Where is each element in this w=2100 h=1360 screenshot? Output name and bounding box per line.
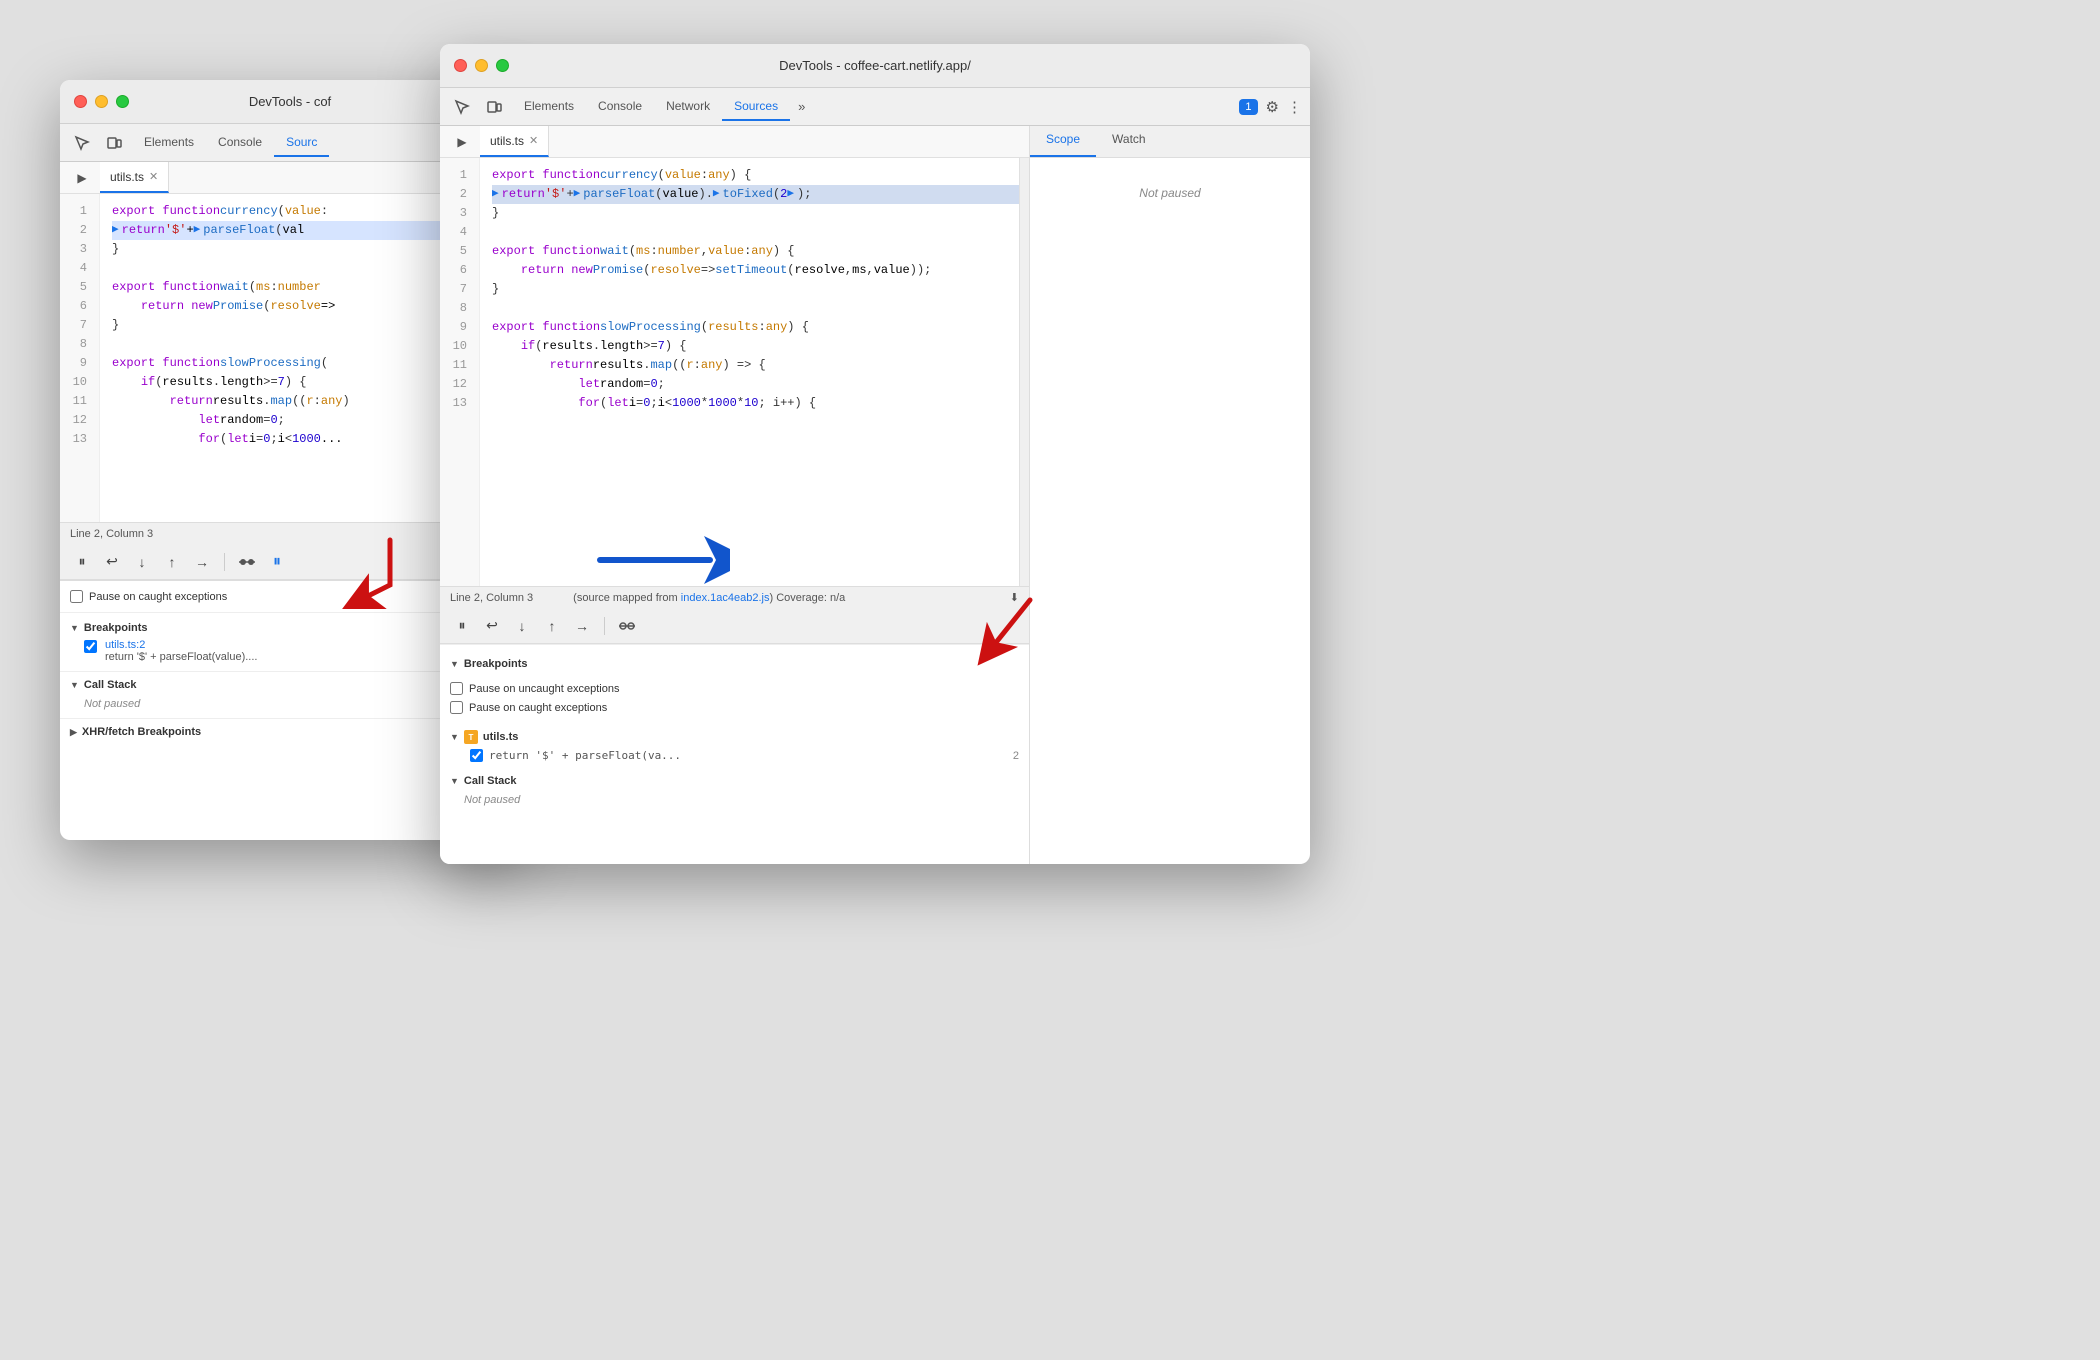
step-out-back[interactable]: ↑ xyxy=(160,550,184,574)
select-mode-icon-main[interactable] xyxy=(448,93,476,121)
status-bar-main: Line 2, Column 3 (source mapped from ind… xyxy=(440,586,1029,608)
bp-line-num: 2 xyxy=(1013,750,1019,762)
close-button-main[interactable] xyxy=(454,59,467,72)
pause-caught-checkbox-main[interactable] xyxy=(450,701,463,714)
deactivate-breakpoints-main[interactable] xyxy=(615,614,639,638)
breakpoints-panel-main: ▼ Breakpoints Pause on uncaught exceptio… xyxy=(440,644,1029,864)
traffic-lights-back[interactable] xyxy=(74,95,129,108)
maximize-button-main[interactable] xyxy=(496,59,509,72)
run-snippets-icon[interactable]: ▶ xyxy=(68,164,96,192)
deactivate-breakpoints-back[interactable] xyxy=(235,550,259,574)
file-tab-utils-back[interactable]: utils.ts ✕ xyxy=(100,162,169,193)
callstack-label-main: Call Stack xyxy=(464,775,517,787)
pause-caught-row-main: Pause on caught exceptions xyxy=(450,698,1019,717)
tab-elements-back[interactable]: Elements xyxy=(132,129,206,157)
step-into-main[interactable]: ↓ xyxy=(510,614,534,638)
pause-uncaught-label: Pause on uncaught exceptions xyxy=(469,683,619,695)
right-panel: Scope Watch Not paused xyxy=(1030,126,1310,864)
bp-code-back: return '$' + parseFloat(value).... xyxy=(105,651,257,663)
code-lines-main: export function currency(value: any) { ▶… xyxy=(480,158,1019,586)
status-position-main: Line 2, Column 3 xyxy=(450,592,533,604)
bp-code-row: return '$' + parseFloat(va... 2 xyxy=(450,747,1019,764)
settings-icon[interactable]: ⚙ xyxy=(1266,98,1279,116)
main-content: ▶ utils.ts ✕ 1234 5678 910111213 export … xyxy=(440,126,1310,864)
devtools-window-main: DevTools - coffee-cart.netlify.app/ Elem… xyxy=(440,44,1310,864)
tabbar-main: Elements Console Network Sources » 1 ⚙ ⋮ xyxy=(440,88,1310,126)
breakpoints-label-main: Breakpoints xyxy=(464,658,528,670)
breakpoints-label-back: Breakpoints xyxy=(84,622,148,634)
line-numbers-main: 1234 5678 910111213 xyxy=(440,158,480,586)
pause-resume-btn-main[interactable]: ⏸ xyxy=(450,614,474,638)
pause-caught-label-back: Pause on caught exceptions xyxy=(89,591,227,603)
step-back[interactable]: → xyxy=(190,550,214,574)
window-title-main: DevTools - coffee-cart.netlify.app/ xyxy=(779,58,971,73)
titlebar-main: DevTools - coffee-cart.netlify.app/ xyxy=(440,44,1310,88)
file-tab-name: utils.ts xyxy=(110,170,144,184)
console-badge[interactable]: 1 xyxy=(1239,99,1257,115)
xhr-label-back: XHR/fetch Breakpoints xyxy=(82,726,201,738)
select-mode-icon[interactable] xyxy=(68,129,96,157)
left-panel: ▶ utils.ts ✕ 1234 5678 910111213 export … xyxy=(440,126,1030,864)
file-tab-close[interactable]: ✕ xyxy=(149,170,158,183)
toolbar-separator-back xyxy=(224,553,225,571)
maximize-button-back[interactable] xyxy=(116,95,129,108)
file-icon-utils: T xyxy=(464,730,478,744)
toolbar-separator-main xyxy=(604,617,605,635)
tab-scope[interactable]: Scope xyxy=(1030,126,1096,157)
minimize-button-main[interactable] xyxy=(475,59,488,72)
source-map-link[interactable]: index.1ac4eab2.js xyxy=(681,592,770,604)
file-tab-name-main: utils.ts xyxy=(490,134,524,148)
utils-file-header[interactable]: ▼ T utils.ts xyxy=(450,727,1019,747)
file-tab-utils-main[interactable]: utils.ts ✕ xyxy=(480,126,549,157)
minimize-button-back[interactable] xyxy=(95,95,108,108)
tab-watch[interactable]: Watch xyxy=(1096,126,1162,157)
file-tabbar-main: ▶ utils.ts ✕ xyxy=(440,126,1029,158)
run-snippets-icon-main[interactable]: ▶ xyxy=(448,128,476,156)
step-main[interactable]: → xyxy=(570,614,594,638)
tab-sources-main[interactable]: Sources xyxy=(722,93,790,121)
step-into-back[interactable]: ↓ xyxy=(130,550,154,574)
code-editor-main: 1234 5678 910111213 export function curr… xyxy=(440,158,1029,586)
device-mode-icon-main[interactable] xyxy=(480,93,508,121)
pause-uncaught-row: Pause on uncaught exceptions xyxy=(450,679,1019,698)
file-tab-close-main[interactable]: ✕ xyxy=(529,134,538,147)
debug-toolbar-main: ⏸ ↩ ↓ ↑ → xyxy=(440,608,1029,644)
line-numbers-back: 1234 5678 910111213 xyxy=(60,194,100,522)
window-title-back: DevTools - cof xyxy=(249,94,331,109)
callstack-header-main[interactable]: ▼ Call Stack xyxy=(450,772,1019,790)
tab-console-back[interactable]: Console xyxy=(206,129,274,157)
step-out-main[interactable]: ↑ xyxy=(540,614,564,638)
step-over-back[interactable]: ↩ xyxy=(100,550,124,574)
more-options-icon[interactable]: ⋮ xyxy=(1287,98,1302,116)
status-source-main: (source mapped from index.1ac4eab2.js) C… xyxy=(573,592,845,604)
coverage-download-icon[interactable]: ⬇ xyxy=(1010,591,1019,604)
callstack-not-paused-main: Not paused xyxy=(450,790,1019,810)
tab-network-main[interactable]: Network xyxy=(654,93,722,121)
scope-watch-tabbar: Scope Watch xyxy=(1030,126,1310,158)
utils-file-label: utils.ts xyxy=(483,731,518,743)
tab-sources-back[interactable]: Sourc xyxy=(274,129,329,157)
step-over-main[interactable]: ↩ xyxy=(480,614,504,638)
pause-resume-btn-back[interactable]: ⏸ xyxy=(70,550,94,574)
close-button-back[interactable] xyxy=(74,95,87,108)
bp-code-text: return '$' + parseFloat(va... xyxy=(489,749,1007,762)
traffic-lights-main[interactable] xyxy=(454,59,509,72)
bp-code-checkbox[interactable] xyxy=(470,749,483,762)
scope-not-paused: Not paused xyxy=(1127,174,1212,212)
bp-file-back: utils.ts:2 xyxy=(105,639,257,651)
device-mode-icon[interactable] xyxy=(100,129,128,157)
scope-content: Not paused xyxy=(1030,158,1310,864)
more-tabs-icon[interactable]: » xyxy=(790,99,813,114)
pause-caught-label-main: Pause on caught exceptions xyxy=(469,702,607,714)
tab-elements-main[interactable]: Elements xyxy=(512,93,586,121)
scrollbar-main[interactable] xyxy=(1019,158,1029,586)
status-position-back: Line 2, Column 3 xyxy=(70,528,153,540)
breakpoints-header-main[interactable]: ▼ Breakpoints xyxy=(450,655,1019,673)
pause-uncaught-checkbox[interactable] xyxy=(450,682,463,695)
pause-caught-checkbox-back[interactable] xyxy=(70,590,83,603)
bp-checkbox-back[interactable] xyxy=(84,640,97,653)
pause-on-exception-back[interactable]: ⏸ xyxy=(265,550,289,574)
callstack-label-back: Call Stack xyxy=(84,679,137,691)
tab-console-main[interactable]: Console xyxy=(586,93,654,121)
